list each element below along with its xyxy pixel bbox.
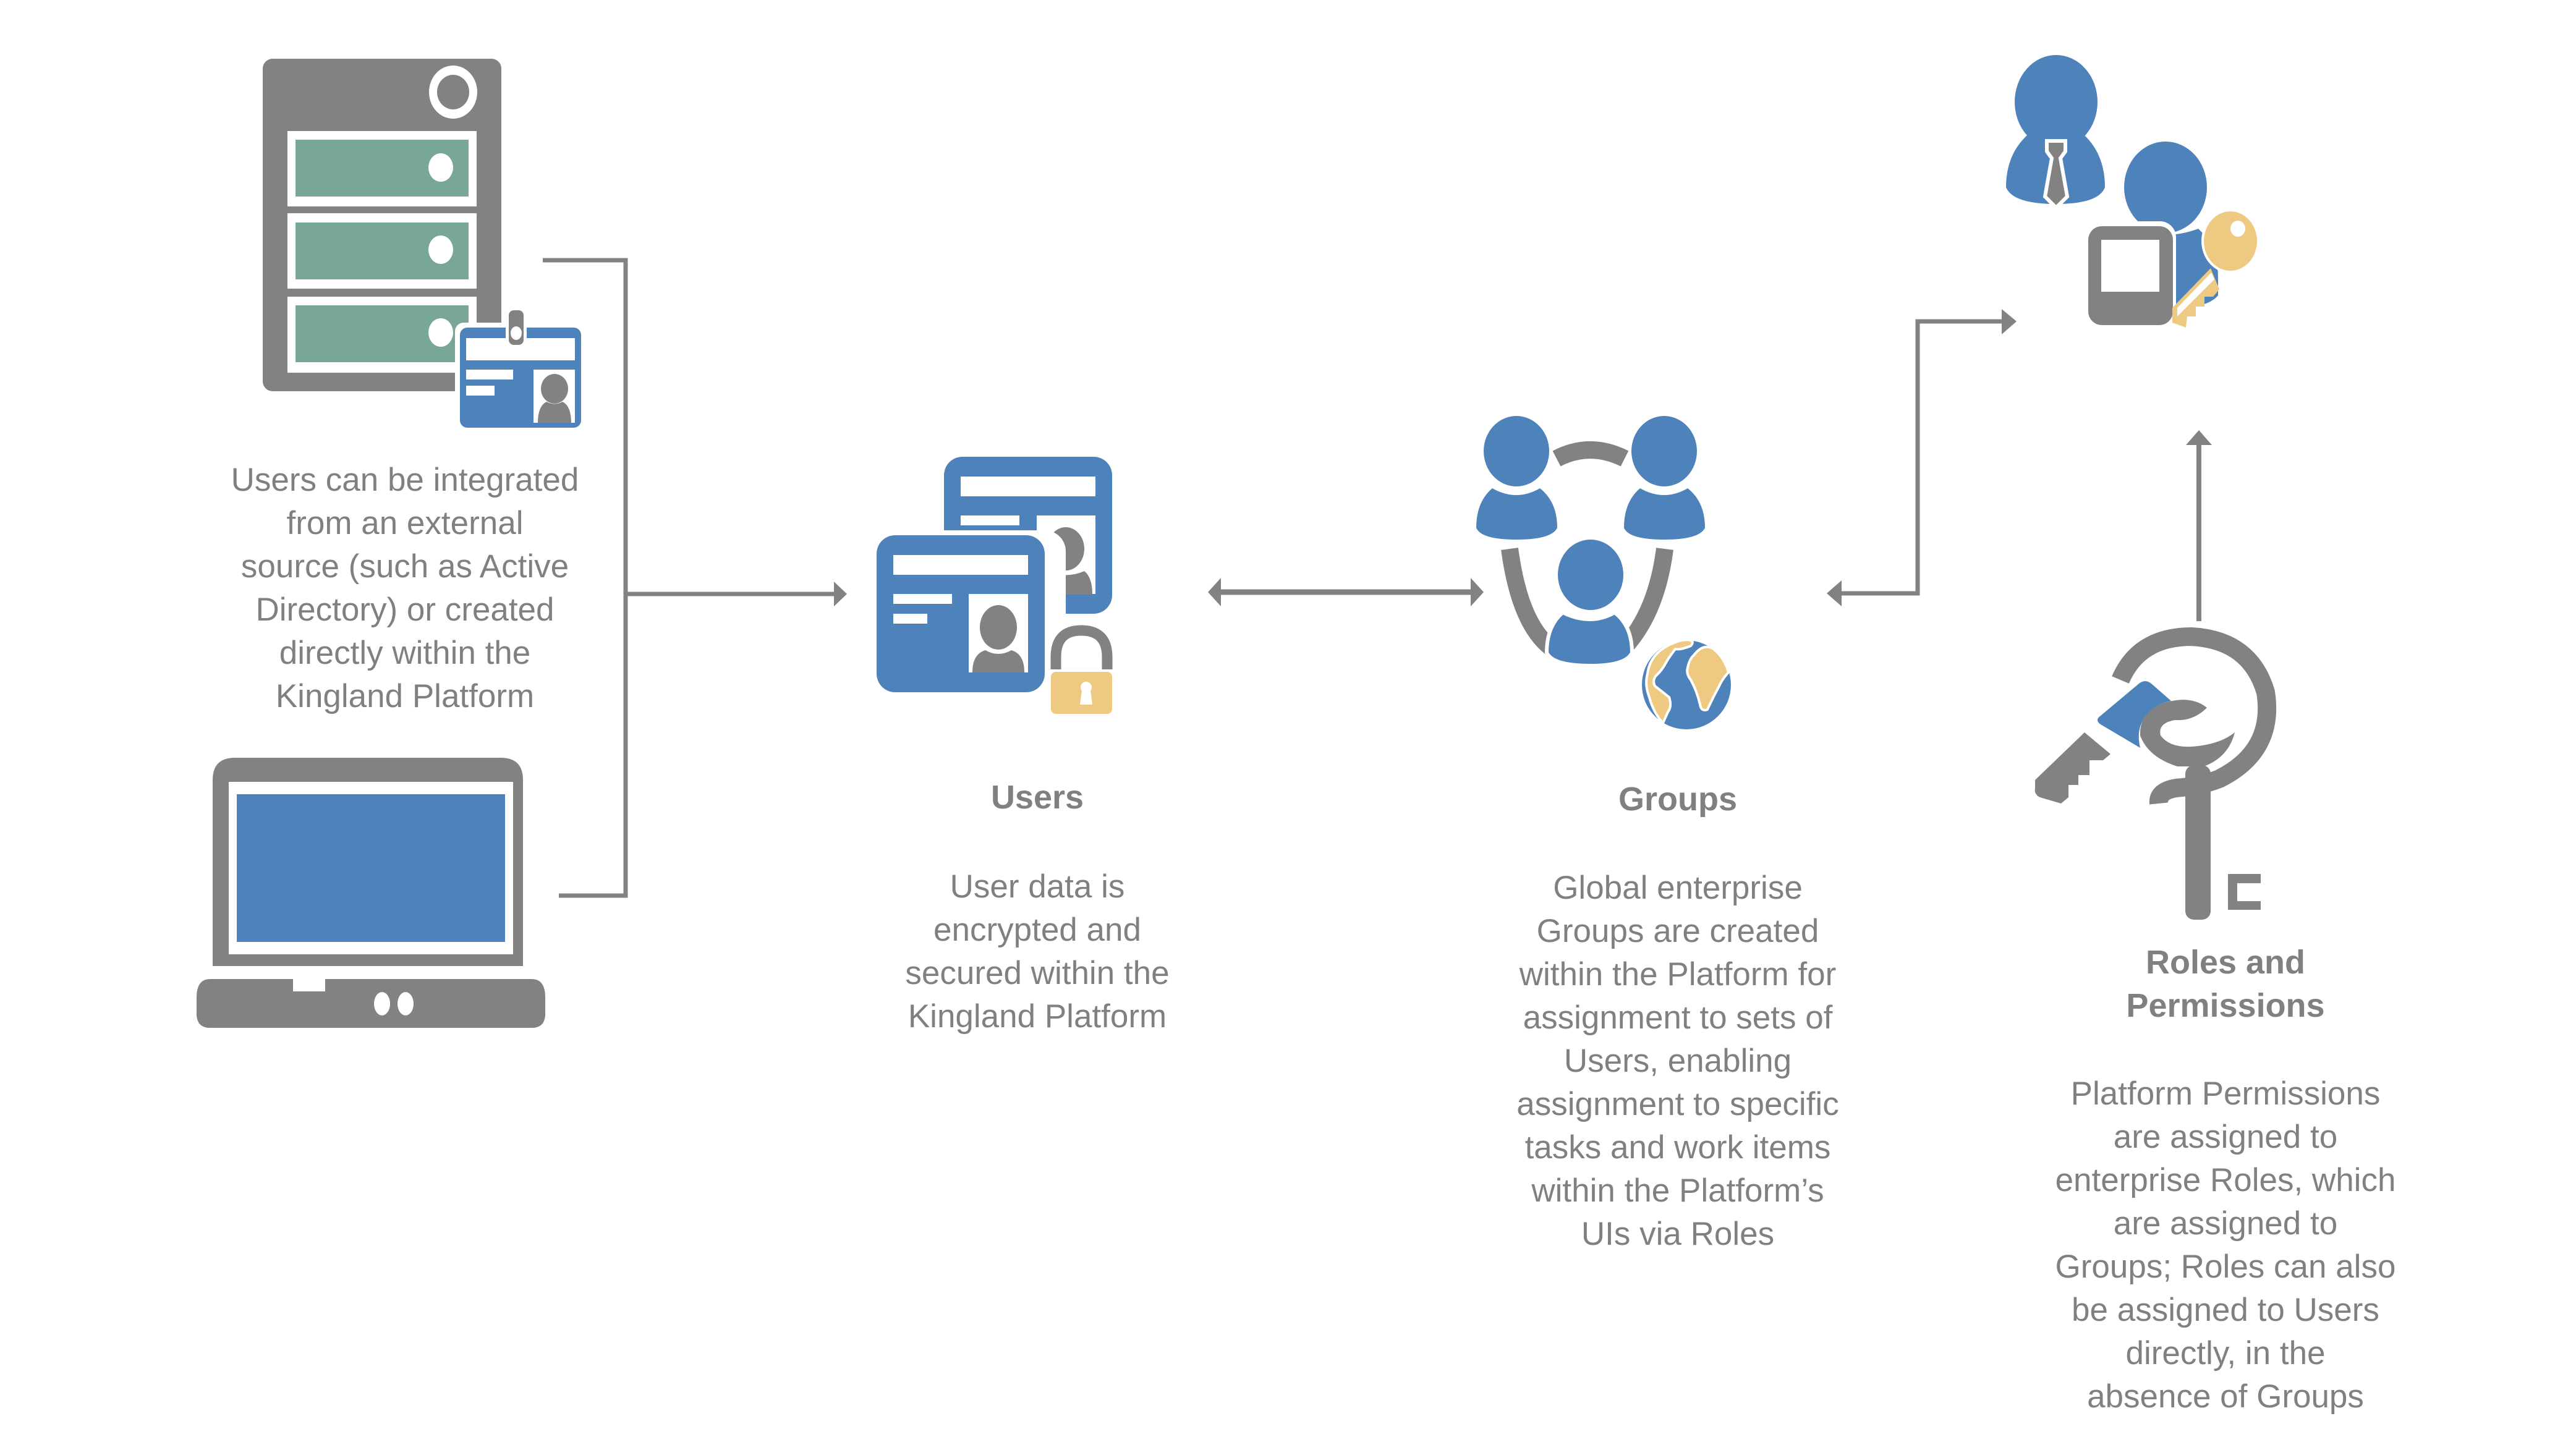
business-user-icon xyxy=(2006,55,2105,211)
roles-description-line: are assigned to xyxy=(2113,1119,2338,1155)
roles-admin-connector xyxy=(2186,430,2212,621)
groups-admin-connector xyxy=(1827,309,2017,606)
groups-description: Global enterprise Groups are created wit… xyxy=(1461,867,1894,1256)
source-description: Users can be integrated from an external… xyxy=(204,459,606,718)
source-description-line: directly within the xyxy=(279,635,531,671)
roles-title: Roles and Permissions xyxy=(2040,941,2411,1027)
users-description-line: Kingland Platform xyxy=(908,998,1167,1035)
source-description-line: Kingland Platform xyxy=(275,678,535,714)
id-badge-icon xyxy=(455,308,585,429)
source-description-line: Directory) or created xyxy=(255,591,555,628)
groups-description-line: assignment to sets of xyxy=(1523,999,1833,1036)
groups-description-line: within the Platform’s xyxy=(1531,1172,1824,1209)
groups-description-line: Users, enabling xyxy=(1563,1043,1792,1079)
monitor-icon xyxy=(2082,221,2176,328)
roles-title-line: Roles and xyxy=(2145,944,2306,981)
users-groups-connector xyxy=(1208,578,1484,606)
roles-description-line: Platform Permissions xyxy=(2070,1075,2381,1112)
users-description-line: secured within the xyxy=(905,955,1170,991)
keyring-icon xyxy=(2034,627,2277,920)
padlock-icon xyxy=(1050,625,1113,714)
users-title: Users xyxy=(914,776,1161,819)
groups-description-line: Groups are created xyxy=(1536,913,1819,949)
groups-description-line: assignment to specific xyxy=(1516,1086,1839,1122)
source-description-line: Users can be integrated xyxy=(231,462,579,498)
roles-description-line: absence of Groups xyxy=(2087,1378,2364,1415)
roles-description-line: be assigned to Users xyxy=(2072,1292,2379,1328)
source-description-line: from an external xyxy=(286,505,524,541)
roles-description-line: are assigned to xyxy=(2113,1205,2338,1242)
groups-description-line: tasks and work items xyxy=(1524,1129,1831,1166)
users-description: User data is encrypted and secured withi… xyxy=(852,865,1223,1038)
users-description-line: User data is xyxy=(950,868,1125,905)
roles-title-line: Permissions xyxy=(2126,987,2325,1024)
roles-description-line: Groups; Roles can also xyxy=(2055,1249,2396,1285)
groups-title-text: Groups xyxy=(1618,781,1737,818)
arrowhead-right-icon xyxy=(834,582,847,606)
globe-icon xyxy=(1638,637,1735,733)
laptop-icon xyxy=(197,758,545,1028)
roles-description: Platform Permissions are assigned to ent… xyxy=(2009,1072,2442,1418)
users-title-text: Users xyxy=(990,779,1084,816)
groups-description-line: UIs via Roles xyxy=(1581,1216,1775,1252)
source-description-line: source (such as Active xyxy=(240,548,569,585)
group-cycle-icon xyxy=(1476,416,1705,668)
users-description-line: encrypted and xyxy=(933,912,1141,948)
groups-title: Groups xyxy=(1554,778,1801,821)
groups-description-line: Global enterprise xyxy=(1553,870,1803,906)
groups-description-line: within the Platform for xyxy=(1519,956,1837,993)
roles-description-line: enterprise Roles, which xyxy=(2055,1162,2396,1198)
roles-description-line: directly, in the xyxy=(2125,1335,2326,1372)
